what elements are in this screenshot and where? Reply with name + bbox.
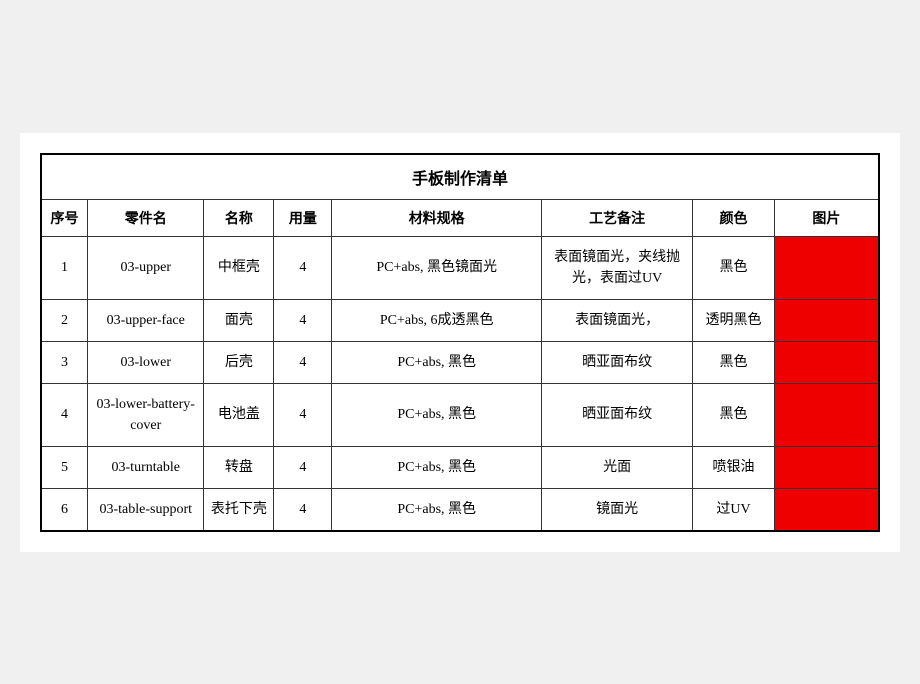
cell-name: 面壳 <box>204 299 274 341</box>
cell-spec: PC+abs, 黑色 <box>332 488 542 531</box>
cell-img <box>774 383 879 446</box>
table-row: 103-upper中框壳4PC+abs, 黑色镜面光表面镜面光，夹线抛光，表面过… <box>41 236 879 299</box>
cell-seq: 5 <box>41 446 88 488</box>
cell-img <box>774 341 879 383</box>
cell-color: 黑色 <box>693 236 774 299</box>
cell-qty: 4 <box>274 299 332 341</box>
cell-name: 表托下壳 <box>204 488 274 531</box>
header-name: 名称 <box>204 199 274 236</box>
page-wrapper: 手板制作清单 序号 零件名 名称 用量 材料规格 工艺备注 颜色 图片 103-… <box>20 133 900 552</box>
title-row: 手板制作清单 <box>41 154 879 200</box>
table-row: 603-table-support表托下壳4PC+abs, 黑色镜面光过UV <box>41 488 879 531</box>
cell-spec: PC+abs, 黑色镜面光 <box>332 236 542 299</box>
cell-part: 03-turntable <box>88 446 204 488</box>
cell-part: 03-table-support <box>88 488 204 531</box>
table-row: 203-upper-face面壳4PC+abs, 6成透黑色表面镜面光，透明黑色 <box>41 299 879 341</box>
cell-img <box>774 236 879 299</box>
header-part: 零件名 <box>88 199 204 236</box>
cell-qty: 4 <box>274 341 332 383</box>
table-row: 303-lower后壳4PC+abs, 黑色晒亚面布纹黑色 <box>41 341 879 383</box>
cell-part: 03-upper <box>88 236 204 299</box>
cell-process: 晒亚面布纹 <box>541 341 692 383</box>
cell-seq: 6 <box>41 488 88 531</box>
cell-process: 镜面光 <box>541 488 692 531</box>
cell-seq: 1 <box>41 236 88 299</box>
cell-process: 表面镜面光，夹线抛光，表面过UV <box>541 236 692 299</box>
cell-name: 中框壳 <box>204 236 274 299</box>
cell-color: 黑色 <box>693 341 774 383</box>
cell-qty: 4 <box>274 446 332 488</box>
cell-name: 后壳 <box>204 341 274 383</box>
cell-seq: 4 <box>41 383 88 446</box>
header-img: 图片 <box>774 199 879 236</box>
cell-part: 03-lower <box>88 341 204 383</box>
cell-color: 黑色 <box>693 383 774 446</box>
cell-part: 03-upper-face <box>88 299 204 341</box>
cell-img <box>774 446 879 488</box>
cell-color: 喷银油 <box>693 446 774 488</box>
header-seq: 序号 <box>41 199 88 236</box>
header-qty: 用量 <box>274 199 332 236</box>
cell-spec: PC+abs, 黑色 <box>332 383 542 446</box>
cell-spec: PC+abs, 6成透黑色 <box>332 299 542 341</box>
main-table: 手板制作清单 序号 零件名 名称 用量 材料规格 工艺备注 颜色 图片 103-… <box>40 153 880 532</box>
table-row: 403-lower-battery-cover电池盖4PC+abs, 黑色晒亚面… <box>41 383 879 446</box>
header-spec: 材料规格 <box>332 199 542 236</box>
cell-spec: PC+abs, 黑色 <box>332 446 542 488</box>
cell-process: 光面 <box>541 446 692 488</box>
cell-process: 表面镜面光， <box>541 299 692 341</box>
table-title: 手板制作清单 <box>41 154 879 200</box>
header-process: 工艺备注 <box>541 199 692 236</box>
header-color: 颜色 <box>693 199 774 236</box>
cell-img <box>774 488 879 531</box>
cell-spec: PC+abs, 黑色 <box>332 341 542 383</box>
header-row: 序号 零件名 名称 用量 材料规格 工艺备注 颜色 图片 <box>41 199 879 236</box>
cell-seq: 2 <box>41 299 88 341</box>
table-row: 503-turntable转盘4PC+abs, 黑色光面喷银油 <box>41 446 879 488</box>
cell-img <box>774 299 879 341</box>
cell-qty: 4 <box>274 383 332 446</box>
cell-part: 03-lower-battery-cover <box>88 383 204 446</box>
cell-qty: 4 <box>274 236 332 299</box>
cell-color: 过UV <box>693 488 774 531</box>
cell-seq: 3 <box>41 341 88 383</box>
cell-color: 透明黑色 <box>693 299 774 341</box>
cell-name: 电池盖 <box>204 383 274 446</box>
cell-name: 转盘 <box>204 446 274 488</box>
cell-qty: 4 <box>274 488 332 531</box>
cell-process: 晒亚面布纹 <box>541 383 692 446</box>
